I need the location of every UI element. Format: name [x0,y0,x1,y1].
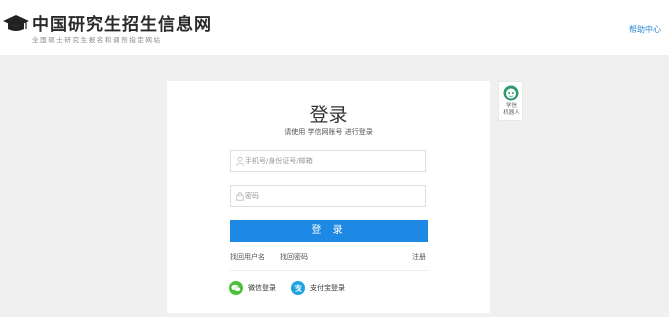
forgot-username-link[interactable]: 找回用户名 [230,252,265,262]
wechat-icon [229,281,243,295]
login-button[interactable]: 登 录 [230,220,428,242]
divider [230,270,428,271]
site-header: 中国研究生招生信息网 全国硕士研究生报名和调剂指定网站 帮助中心 [0,0,669,55]
user-icon [235,156,245,166]
wechat-login-button[interactable]: 微信登录 [229,280,276,296]
password-input[interactable] [245,186,423,206]
site-title[interactable]: 中国研究生招生信息网 [32,10,212,35]
help-center-link[interactable]: 帮助中心 [629,24,661,35]
username-input[interactable] [245,151,423,171]
robot-label: 学信 机器人 [499,103,524,117]
robot-label-line1: 学信 [505,103,517,109]
wechat-login-label: 微信登录 [248,284,276,292]
login-subtitle: 请使用 学信网账号 进行登录 [284,128,373,136]
alipay-login-button[interactable]: 支付宝登录 [291,280,345,296]
graduation-cap-icon [3,15,29,31]
xuexin-robot-button[interactable]: 学信 机器人 [498,81,523,121]
alipay-login-label: 支付宝登录 [310,284,345,292]
login-title: 登录 [309,104,348,126]
register-link[interactable]: 注册 [412,252,426,262]
site-subtitle: 全国硕士研究生报名和调剂指定网站 [32,36,162,44]
password-field[interactable] [230,185,426,207]
robot-label-line2: 机器人 [503,110,520,116]
username-field[interactable] [230,150,426,172]
alipay-icon [291,281,305,295]
login-card: 登录 请使用 学信网账号 进行登录 登 录 找回用户名 找回密码 注册 微信登录 [167,81,490,313]
lock-icon [236,192,244,201]
forgot-password-link[interactable]: 找回密码 [280,252,308,262]
robot-icon [503,85,519,101]
